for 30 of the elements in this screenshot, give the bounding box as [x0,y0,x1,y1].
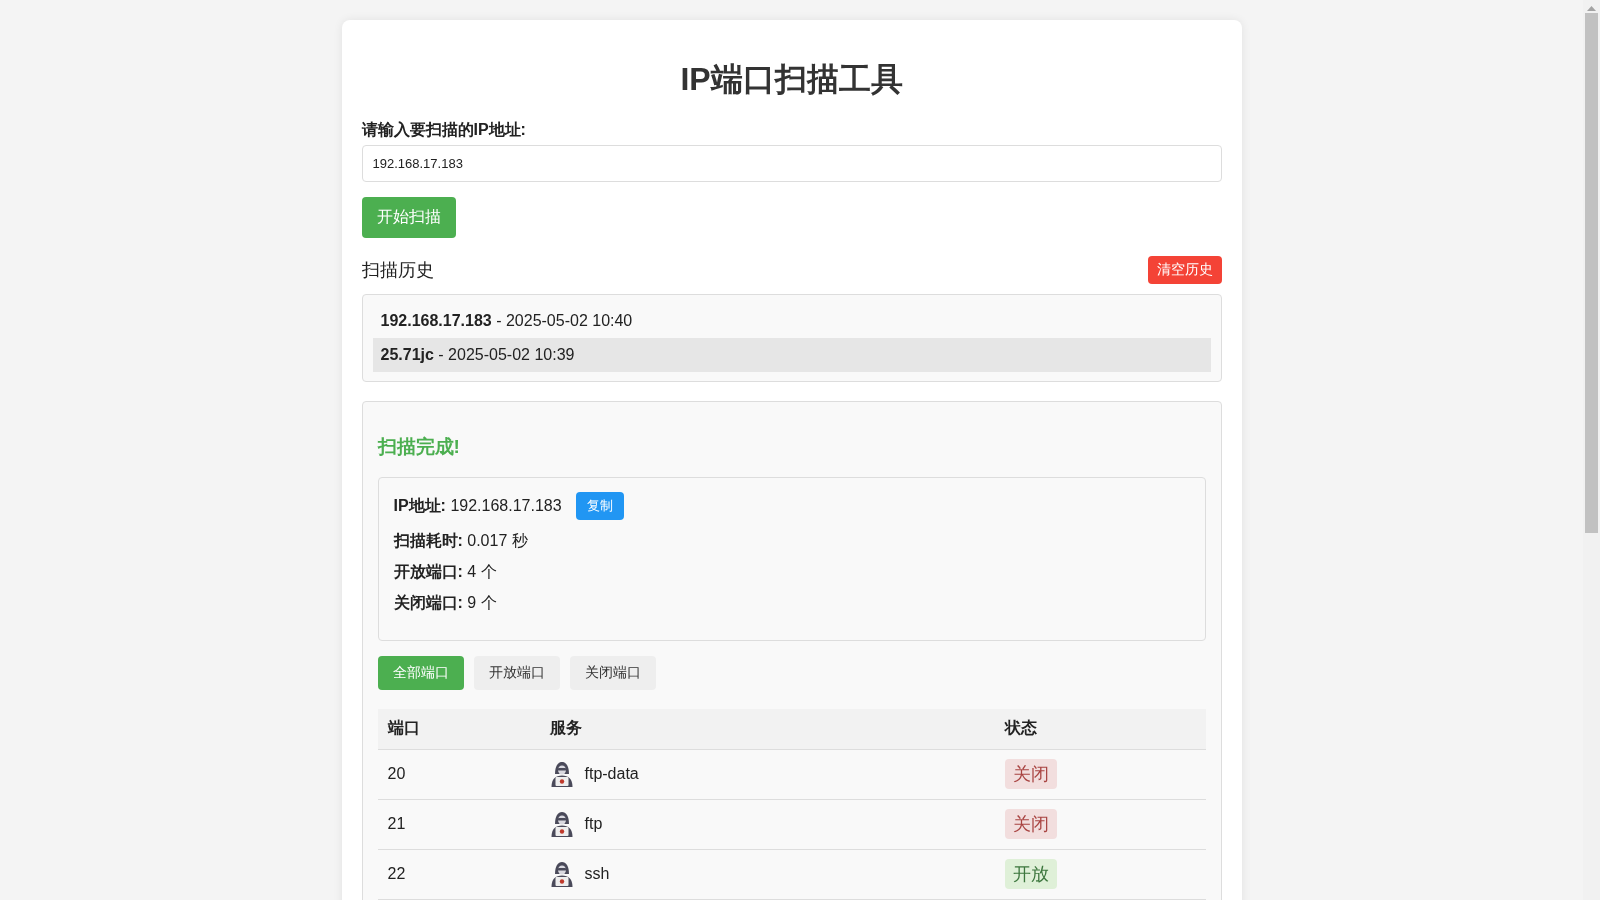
scrollbar-thumb[interactable] [1585,13,1598,533]
summary-line: 开放端口: 4 个 [393,562,497,582]
service-name: ftp-data [584,765,639,783]
summary-line: 扫描耗时: 0.017 秒 [393,531,528,551]
scroll-up-arrow-icon[interactable] [1587,6,1596,11]
status-badge: 开放 [1004,859,1057,889]
port-cell: 20 [377,749,540,799]
port-cell: 22 [377,849,540,899]
ip-input-field[interactable]: 192.168.17.183 [361,145,1222,182]
service-name: ssh [584,865,610,883]
filter-tab[interactable]: 开放端口 [473,656,560,690]
column-header: 状态 [994,709,1206,749]
summary-line: IP地址: 192.168.17.183 [393,495,562,516]
filter-tab[interactable]: 关闭端口 [569,656,656,690]
ip-field-label: 请输入要扫描的IP地址: [361,120,527,140]
port-cell: 21 [377,799,540,849]
history-item[interactable]: 25.71jc - 2025-05-02 10:39 [372,338,1211,372]
clear-history-button[interactable]: 清空历史 [1147,256,1222,284]
service-name: ftp [584,815,603,833]
hooded-person-laptop-icon [549,761,574,787]
column-header: 端口 [377,709,540,749]
summary-line: 关闭端口: 9 个 [393,593,497,613]
scan-complete-heading: 扫描完成! [377,435,461,459]
column-header: 服务 [539,709,995,749]
status-badge: 关闭 [1004,809,1057,839]
history-heading: 扫描历史 [361,259,434,282]
hooded-person-laptop-icon [549,861,574,887]
page-title: IP端口扫描工具 [679,60,904,98]
status-badge: 关闭 [1004,759,1057,789]
hooded-person-laptop-icon [549,811,574,837]
